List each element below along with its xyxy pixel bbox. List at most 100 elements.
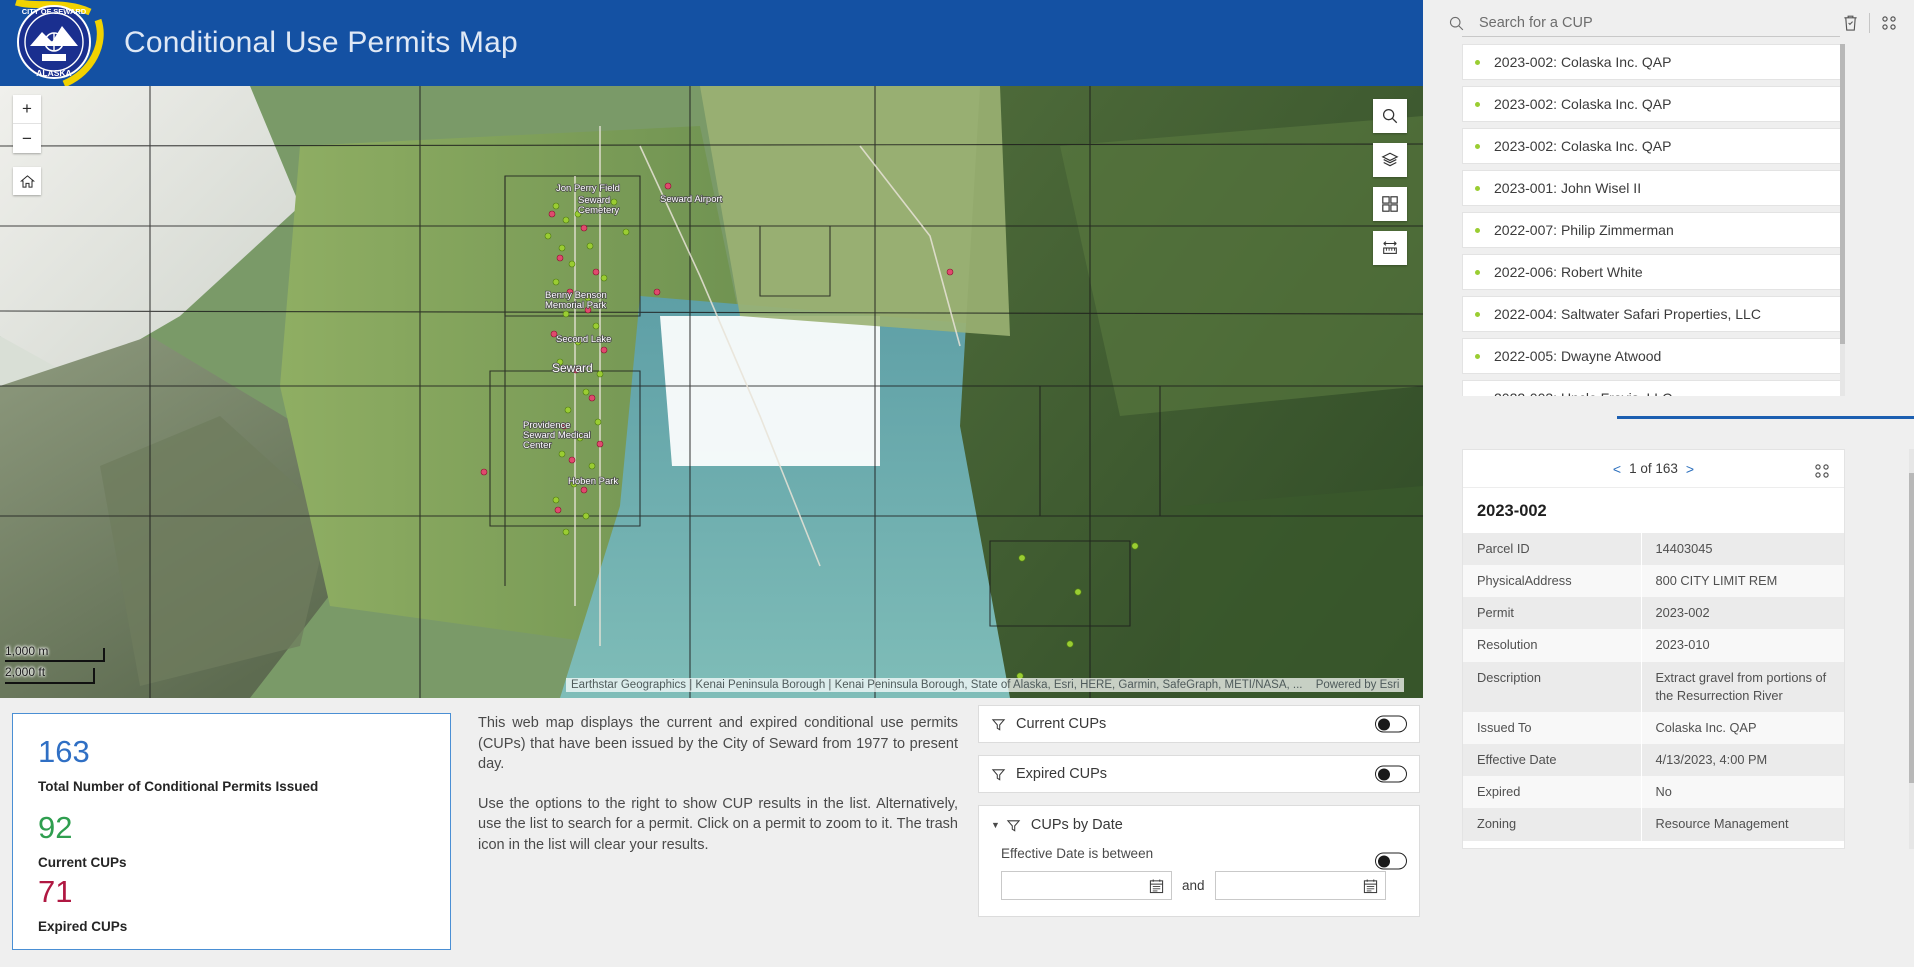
section-divider-rule	[1617, 416, 1914, 419]
list-item[interactable]: 2022-003: Uncle Fravis, LLC	[1462, 380, 1845, 396]
svg-text:Center: Center	[523, 440, 552, 451]
map-zoom-controls[interactable]: + −	[13, 95, 41, 153]
about-text-block: This web map displays the current and ex…	[478, 713, 958, 874]
effective-date-from-input[interactable]	[1002, 872, 1142, 899]
attribute-table: Parcel ID 14403045 PhysicalAddress 800 C…	[1463, 533, 1844, 841]
zoom-out-button[interactable]: −	[13, 124, 41, 153]
about-paragraph-1: This web map displays the current and ex…	[478, 715, 958, 773]
home-icon	[19, 174, 35, 188]
chevron-down-icon[interactable]: ▼	[991, 820, 1000, 830]
table-row: Permit 2023-002	[1463, 597, 1844, 630]
cup-detail-card: < 1 of 163 > 2023-002 Parcel ID 14403045	[1462, 449, 1845, 849]
scalebar-imperial-label: 2,000 ft	[5, 665, 46, 679]
attribute-key: Effective Date	[1477, 752, 1557, 768]
grid-options-icon	[1815, 464, 1829, 478]
list-item-label: 2022-003: Uncle Fravis, LLC	[1494, 390, 1672, 396]
attribute-key: Description	[1477, 669, 1542, 685]
summary-stats-card: 163 Total Number of Conditional Permits …	[12, 713, 451, 950]
filter-current-cups[interactable]: Current CUPs	[978, 705, 1420, 743]
attribute-value: Extract gravel from portions of the Resu…	[1640, 661, 1844, 712]
svg-text:CITY OF SEWARD: CITY OF SEWARD	[22, 7, 87, 16]
search-underline	[1462, 36, 1840, 37]
list-item[interactable]: 2022-005: Dwayne Atwood	[1462, 338, 1845, 374]
attribute-key: PhysicalAddress	[1477, 573, 1572, 589]
detail-scrollbar-thumb[interactable]	[1909, 473, 1914, 783]
total-permits-label: Total Number of Conditional Permits Issu…	[38, 779, 319, 794]
status-dot-icon	[1475, 311, 1480, 317]
toolbar-divider	[1869, 13, 1870, 33]
zoom-in-button[interactable]: +	[13, 95, 41, 124]
prev-record-button[interactable]: <	[1605, 461, 1629, 477]
calendar-icon[interactable]	[1363, 878, 1378, 894]
list-item[interactable]: 2023-002: Colaska Inc. QAP	[1462, 128, 1845, 164]
map-basemap-gallery-button[interactable]	[1373, 187, 1407, 221]
effective-date-from[interactable]	[1001, 871, 1172, 900]
home-button[interactable]	[13, 167, 41, 195]
list-options-button[interactable]	[1880, 14, 1898, 32]
attribute-key: Issued To	[1477, 719, 1532, 735]
status-dot-icon	[1475, 101, 1480, 107]
status-dot-icon	[1475, 353, 1480, 359]
status-dot-icon	[1475, 143, 1480, 149]
about-paragraph-2: Use the options to the right to show CUP…	[478, 795, 958, 853]
svg-text:Hoben Park: Hoben Park	[568, 476, 618, 487]
list-item[interactable]: 2023-002: Colaska Inc. QAP	[1462, 44, 1845, 80]
detail-options-button[interactable]	[1813, 462, 1831, 480]
svg-text:Second Lake: Second Lake	[556, 334, 611, 345]
detail-pager[interactable]: < 1 of 163 >	[1463, 450, 1844, 488]
search-input[interactable]	[1477, 14, 1842, 32]
list-item-label: 2022-004: Saltwater Safari Properties, L…	[1494, 306, 1761, 322]
svg-text:Seward: Seward	[552, 361, 593, 375]
next-record-button[interactable]: >	[1678, 461, 1702, 477]
list-scrollbar-thumb[interactable]	[1840, 44, 1845, 344]
expired-cups-label: Expired CUPs	[38, 919, 128, 934]
list-item-label: 2023-001: John Wisel II	[1494, 180, 1642, 196]
clear-results-button[interactable]	[1842, 14, 1859, 32]
map-scalebar: 1,000 m 2,000 ft	[5, 644, 105, 686]
status-dot-icon	[1475, 185, 1480, 191]
list-item[interactable]: 2022-007: Philip Zimmerman	[1462, 212, 1845, 248]
list-item[interactable]: 2023-001: John Wisel II	[1462, 170, 1845, 206]
filter-current-cups-label: Current CUPs	[1016, 716, 1107, 732]
list-item[interactable]: 2022-006: Robert White	[1462, 254, 1845, 290]
city-of-seward-logo: CITY OF SEWARD ALASKA	[6, 0, 114, 86]
filter-expired-cups-toggle[interactable]	[1375, 765, 1407, 783]
filter-cups-by-date[interactable]: ▼ CUPs by Date Effective Date is between	[978, 805, 1420, 917]
attribute-value: Resource Management	[1640, 808, 1844, 841]
current-cups-label: Current CUPs	[38, 855, 127, 870]
trash-icon	[1844, 15, 1857, 31]
list-item-label: 2022-007: Philip Zimmerman	[1494, 222, 1674, 238]
map-tool-strip[interactable]	[1373, 99, 1407, 275]
table-row: Effective Date 4/13/2023, 4:00 PM	[1463, 744, 1844, 777]
attribute-value: 4/13/2023, 4:00 PM	[1640, 744, 1844, 777]
list-item-label: 2022-005: Dwayne Atwood	[1494, 348, 1662, 364]
search-icon	[1448, 15, 1465, 32]
effective-date-to-input[interactable]	[1215, 872, 1356, 899]
list-item[interactable]: 2022-004: Saltwater Safari Properties, L…	[1462, 296, 1845, 332]
powered-by-esri-label: Powered by Esri	[1315, 679, 1400, 691]
basemap-gallery-icon	[1382, 196, 1398, 212]
list-scrollbar[interactable]	[1840, 44, 1845, 396]
table-row: Description Extract gravel from portions…	[1463, 661, 1844, 712]
map-search-button[interactable]	[1373, 99, 1407, 133]
map-layers-button[interactable]	[1373, 143, 1407, 177]
list-item-label: 2023-002: Colaska Inc. QAP	[1494, 138, 1672, 154]
total-permits-value: 163	[38, 734, 90, 769]
list-item[interactable]: 2023-002: Colaska Inc. QAP	[1462, 86, 1845, 122]
search-icon	[1382, 108, 1398, 124]
filter-expired-cups[interactable]: Expired CUPs	[978, 755, 1420, 793]
map-measure-button[interactable]	[1373, 231, 1407, 265]
status-dot-icon	[1475, 59, 1480, 65]
cup-result-list[interactable]: 2023-002: Colaska Inc. QAP 2023-002: Col…	[1462, 44, 1845, 396]
table-row: Issued To Colaska Inc. QAP	[1463, 711, 1844, 745]
table-row: Zoning Resource Management	[1463, 808, 1844, 841]
attribute-key: Zoning	[1477, 816, 1517, 832]
attribute-key: Permit	[1477, 605, 1514, 621]
map-attribution-text: Earthstar Geographics | Kenai Peninsula …	[571, 679, 1303, 691]
filter-current-cups-toggle[interactable]	[1375, 715, 1407, 733]
effective-date-to[interactable]	[1214, 871, 1386, 900]
detail-scrollbar[interactable]	[1909, 449, 1914, 849]
calendar-icon[interactable]	[1149, 878, 1164, 894]
map-view[interactable]: Jon Perry Field Seward Cemetery Seward A…	[0, 86, 1423, 698]
filter-cups-by-date-toggle[interactable]	[1375, 852, 1407, 870]
